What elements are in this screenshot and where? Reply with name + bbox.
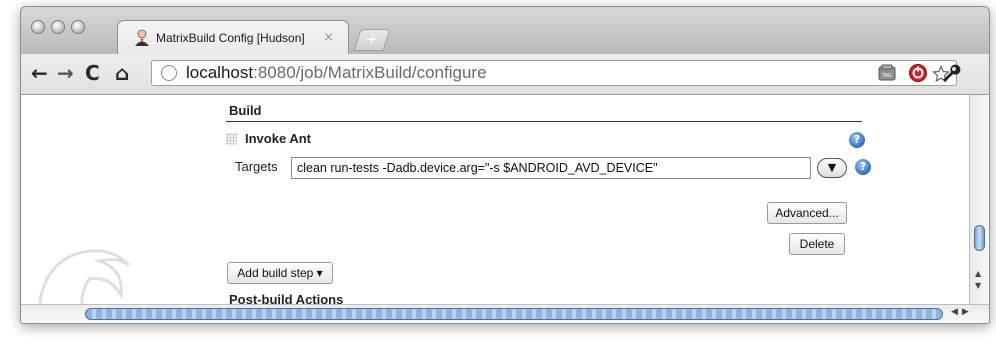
scroll-down-arrow-icon[interactable]: ▼: [975, 281, 981, 290]
url-text[interactable]: localhost:8080/job/MatrixBuild/configure: [186, 63, 487, 83]
tab-matrixbuild-config[interactable]: MatrixBuild Config [Hudson] ×: [117, 20, 349, 55]
help-icon[interactable]: ?: [855, 159, 871, 175]
zoom-window-button[interactable]: [71, 20, 85, 34]
help-icon[interactable]: ?: [849, 132, 865, 148]
page-info-icon[interactable]: [161, 65, 177, 81]
section-title-build: Build: [229, 103, 262, 118]
url-host: localhost: [186, 63, 254, 82]
advanced-button[interactable]: Advanced...: [767, 202, 847, 224]
horizontal-scrollbar[interactable]: ◀▶: [21, 304, 989, 323]
close-window-button[interactable]: [31, 20, 45, 34]
wrench-icon[interactable]: [939, 62, 961, 84]
forward-button[interactable]: →: [57, 62, 74, 84]
new-tab-button[interactable]: +: [353, 29, 391, 51]
tab-close-icon[interactable]: ×: [323, 30, 334, 45]
vertical-scrollbar[interactable]: ▲ ▼: [969, 95, 989, 304]
tab-strip: MatrixBuild Config [Hudson] × +: [21, 7, 989, 55]
svg-text:TAG: TAG: [881, 73, 892, 79]
page-content: Build Invoke Ant ? Targets clean run-tes…: [21, 95, 969, 304]
targets-input[interactable]: clean run-tests -Dadb.device.arg="-s $AN…: [291, 157, 811, 179]
scroll-up-arrow-icon[interactable]: ▲: [975, 269, 981, 278]
expand-textbox-button[interactable]: ▼: [817, 158, 847, 178]
home-button[interactable]: ⌂: [115, 62, 129, 84]
hudson-watermark-logo: [38, 249, 131, 304]
url-path: :8080/job/MatrixBuild/configure: [253, 63, 487, 82]
vertical-scroll-thumb[interactable]: [974, 225, 985, 251]
horizontal-scroll-arrows-icon[interactable]: ◀▶: [951, 307, 973, 317]
back-button[interactable]: ←: [31, 62, 48, 84]
section-title-post-build: Post-build Actions: [229, 292, 344, 304]
stop-extension-icon[interactable]: [908, 63, 928, 83]
section-divider: [226, 121, 862, 122]
address-bar[interactable]: localhost:8080/job/MatrixBuild/configure: [151, 60, 957, 86]
delete-button[interactable]: Delete: [789, 233, 845, 255]
browser-toolbar: ← → C ⌂ localhost:8080/job/MatrixBuild/c…: [21, 54, 989, 95]
drag-handle[interactable]: [226, 133, 237, 145]
browser-window: MatrixBuild Config [Hudson] × + ← → C ⌂ …: [20, 6, 990, 324]
hudson-butler-icon: [135, 29, 149, 46]
horizontal-scroll-thumb[interactable]: [85, 308, 943, 320]
build-step-title: Invoke Ant: [245, 131, 311, 146]
tag-icon[interactable]: TAG: [877, 63, 897, 83]
add-build-step-button[interactable]: Add build step ▾: [227, 262, 333, 284]
targets-label: Targets: [235, 159, 278, 174]
reload-button[interactable]: C: [85, 62, 100, 84]
tab-title: MatrixBuild Config [Hudson]: [156, 31, 305, 45]
minimize-window-button[interactable]: [51, 20, 65, 34]
